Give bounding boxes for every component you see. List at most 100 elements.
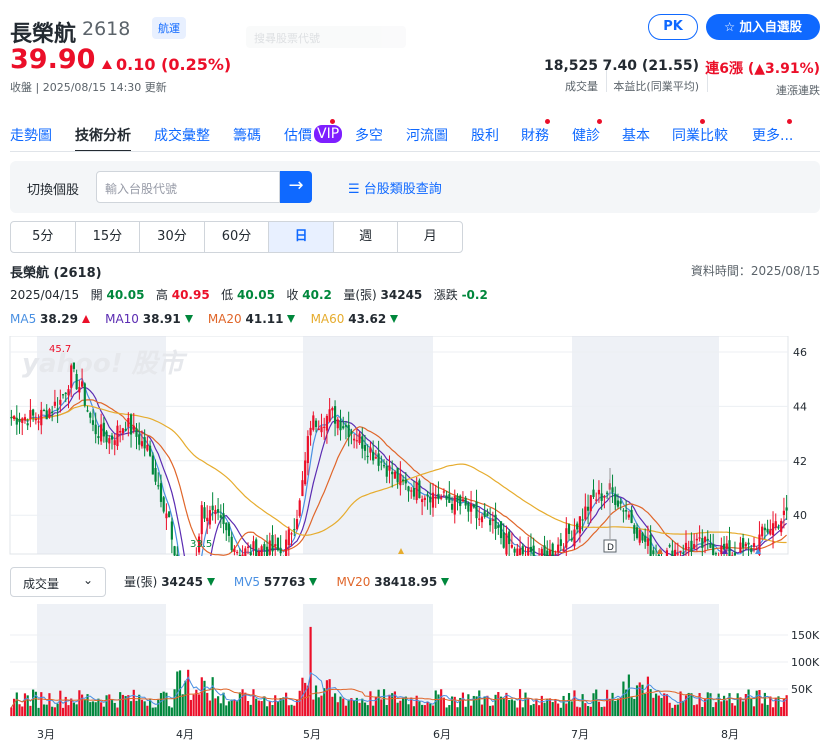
volume-bar — [660, 697, 663, 716]
volume-bar — [129, 701, 133, 716]
volume-bar — [401, 697, 405, 716]
candle — [80, 381, 84, 387]
candle — [279, 548, 282, 554]
candle — [638, 530, 641, 543]
candle — [388, 465, 391, 471]
arrow-right-icon[interactable]: → — [280, 171, 312, 203]
candle — [592, 489, 595, 497]
volume-bar — [706, 692, 709, 716]
candle — [693, 544, 696, 549]
price-chart[interactable]: yahoo! 股市 34363840424446 45.7 33.5 D — [0, 336, 830, 556]
volume-bar — [412, 706, 416, 716]
tab-peers[interactable]: 同業比較 — [672, 125, 728, 145]
volume-bar — [592, 693, 595, 716]
timeframe-5m[interactable]: 5分 — [11, 222, 76, 252]
ohlc-readout: 2025/04/15 開 40.05 高 40.95 低 40.05 收 40.… — [10, 288, 488, 302]
tab-chips[interactable]: 籌碼 — [233, 125, 261, 145]
down-arrow-icon — [184, 315, 193, 323]
candle — [423, 497, 426, 500]
volume-bar — [548, 698, 552, 716]
tab-longshort[interactable]: 多空 — [355, 125, 383, 145]
volume-bar — [578, 707, 581, 716]
candle — [374, 457, 377, 459]
volume-bar — [265, 706, 269, 716]
candle — [701, 538, 704, 548]
tab-valuation[interactable]: 估價 VIP — [284, 125, 343, 145]
indicator-select[interactable]: 成交量 ⌄ — [10, 567, 106, 597]
volume-chart[interactable]: 50K 100K 150K 3月 4月 5月 6月 7月 8月 — [0, 604, 830, 752]
volume-bar — [59, 690, 62, 716]
volume-bar — [489, 705, 492, 716]
candle — [86, 410, 89, 412]
volume-bar — [546, 699, 549, 716]
timeframe-week[interactable]: 週 — [334, 222, 399, 252]
volume-bar — [42, 704, 46, 716]
industry-badge[interactable]: 航運 — [152, 17, 186, 39]
sector-query-link[interactable]: ☰ 台股類股查詢 — [348, 178, 442, 197]
candle — [29, 410, 32, 419]
candle — [649, 534, 652, 556]
volume-bar — [189, 699, 192, 716]
volume-bar — [693, 705, 696, 716]
stock-switch-bar: 切換個股 輸入台股代號 → ☰ 台股類股查詢 — [10, 161, 820, 213]
x-tick-label: 8月 — [721, 728, 739, 741]
search-hint[interactable]: 搜尋股票代號 — [246, 26, 406, 48]
timeframe-30m[interactable]: 30分 — [140, 222, 205, 252]
candle — [336, 419, 339, 429]
candle — [100, 424, 103, 442]
candle — [562, 548, 565, 552]
tab-dividend[interactable]: 股利 — [471, 125, 499, 145]
candle — [217, 509, 220, 513]
notify-dot — [787, 119, 792, 124]
candle — [489, 519, 492, 526]
volume-bar — [429, 703, 432, 716]
volume-bar — [663, 693, 666, 716]
candle — [176, 554, 179, 556]
add-watchlist-button[interactable]: ☆ 加入自選股 — [706, 14, 820, 40]
stock-code-input[interactable]: 輸入台股代號 — [96, 171, 280, 203]
volume-bar — [116, 707, 119, 716]
volume-bar — [614, 701, 617, 716]
volume-bar — [89, 702, 92, 716]
volume-bar — [717, 693, 720, 716]
candle — [140, 441, 144, 447]
candle — [508, 531, 511, 545]
candle — [15, 417, 18, 425]
volume-bar — [733, 705, 737, 716]
volume-bar — [502, 698, 505, 716]
volume-bar — [317, 697, 320, 716]
candle — [671, 550, 674, 556]
tab-financial[interactable]: 財務 — [521, 125, 549, 145]
event-marker-label: D — [607, 543, 614, 553]
timeframe-month[interactable]: 月 — [398, 222, 462, 252]
x-tick-label: 5月 — [303, 728, 321, 741]
tab-technical[interactable]: 技術分析 — [75, 125, 131, 152]
volume-bar — [151, 707, 154, 716]
pk-button[interactable]: PK — [648, 14, 698, 40]
volume-bar — [404, 696, 407, 716]
tab-health[interactable]: 健診 — [572, 125, 600, 145]
volume-bar — [633, 698, 636, 716]
timeframe-day[interactable]: 日 — [269, 222, 334, 252]
volume-bar — [230, 699, 233, 716]
candle — [121, 428, 124, 434]
candle — [725, 543, 728, 549]
volume-bar — [584, 703, 587, 716]
candle — [94, 424, 97, 435]
tab-trend[interactable]: 走勢圖 — [10, 125, 52, 145]
volume-bar — [483, 696, 486, 716]
volume-bar — [347, 699, 350, 716]
tab-basic[interactable]: 基本 — [622, 125, 650, 145]
tab-river[interactable]: 河流圖 — [406, 125, 448, 145]
tab-trades[interactable]: 成交彙整 — [154, 125, 210, 145]
volume-bar — [10, 707, 13, 716]
candle — [581, 519, 584, 521]
candle — [551, 543, 554, 556]
tab-more[interactable]: 更多... — [752, 125, 793, 145]
timeframe-60m[interactable]: 60分 — [205, 222, 270, 252]
volume-bar — [461, 692, 465, 716]
candle — [129, 414, 133, 435]
volume-bar — [143, 701, 146, 716]
timeframe-15m[interactable]: 15分 — [76, 222, 141, 252]
candle — [241, 554, 244, 556]
